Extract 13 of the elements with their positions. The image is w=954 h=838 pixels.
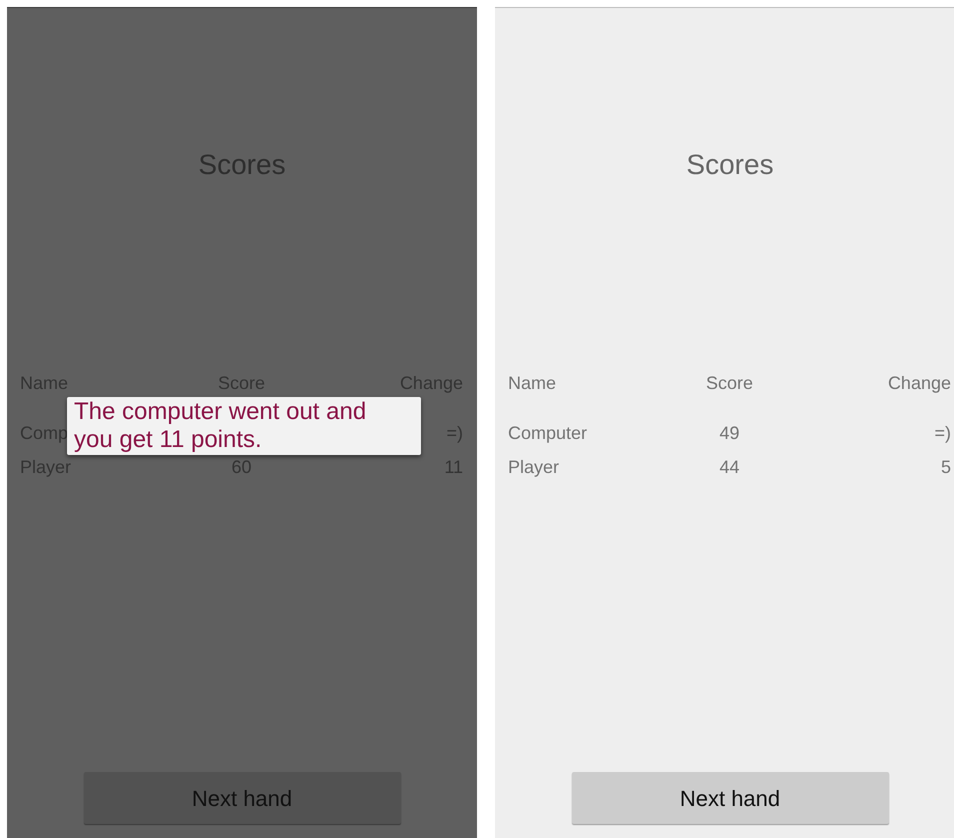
table-cell: =) [446, 423, 463, 443]
next-hand-button[interactable]: Next hand [572, 772, 888, 824]
column-header: Score [706, 373, 753, 393]
table-cell: 44 [719, 457, 740, 477]
table-cell: 49 [719, 423, 740, 443]
column-header: Name [508, 373, 556, 393]
toast-message: The computer went out and you get 11 points. [74, 398, 368, 454]
column-header: Change [888, 373, 951, 393]
table-cell: Computer [508, 423, 588, 443]
table-cell: 5 [940, 457, 951, 477]
screen-title: Scores [686, 149, 774, 180]
table-cell: Player [508, 457, 560, 477]
table-cell: =) [934, 423, 951, 443]
